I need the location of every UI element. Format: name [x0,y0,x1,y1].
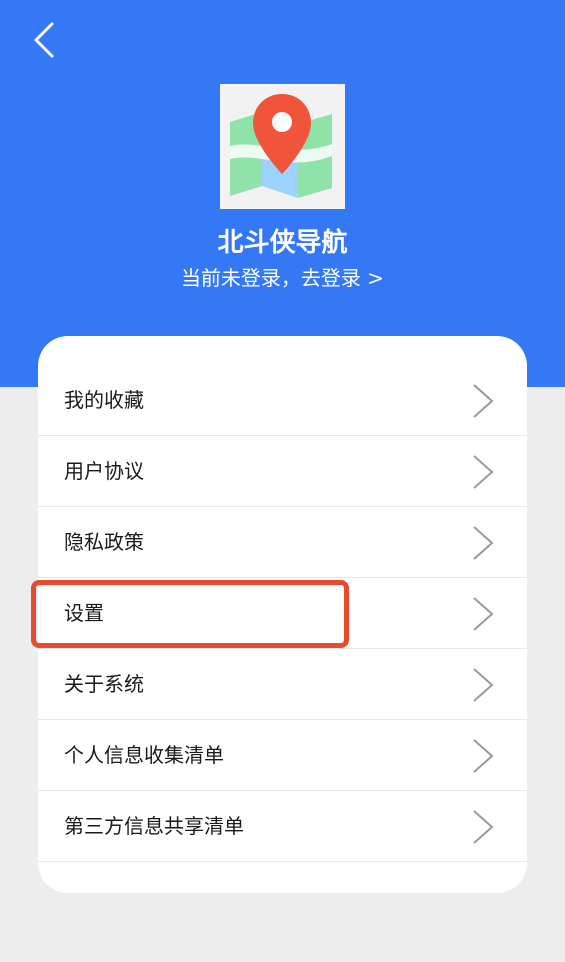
chevron-right-icon [473,597,494,631]
login-link[interactable]: 当前未登录，去登录 > [0,262,565,291]
chevron-left-icon [34,22,54,58]
menu-item-label: 用户协议 [64,459,144,483]
menu-item-favorites[interactable]: 我的收藏 [38,365,527,436]
menu-item-label: 个人信息收集清单 [64,743,224,767]
menu-item-about[interactable]: 关于系统 [38,649,527,720]
map-pin-icon [230,94,332,198]
chevron-right-icon [473,526,494,560]
app-name: 北斗侠导航 [217,228,348,258]
app-logo [220,84,345,209]
menu-item-label: 第三方信息共享清单 [64,814,244,838]
chevron-right-icon [473,384,494,418]
menu-item-user-agreement[interactable]: 用户协议 [38,436,527,507]
header: 北斗侠导航 当前未登录，去登录 > [0,0,565,387]
menu-item-third-party-sharing[interactable]: 第三方信息共享清单 [38,791,527,862]
menu-item-label: 关于系统 [64,672,144,696]
menu-item-personal-info-list[interactable]: 个人信息收集清单 [38,720,527,791]
menu-item-label: 我的收藏 [64,388,144,412]
menu-item-label: 设置 [64,601,104,625]
chevron-right-icon [473,455,494,489]
back-button[interactable] [22,18,66,62]
menu-item-privacy-policy[interactable]: 隐私政策 [38,507,527,578]
menu-item-settings[interactable]: 设置 [38,578,527,649]
menu-item-label: 隐私政策 [64,530,144,554]
chevron-right-icon [473,668,494,702]
menu-card: 我的收藏 用户协议 隐私政策 设置 关于系统 个人信息收集清单 第三方信息共享清… [38,336,527,893]
chevron-right-icon [473,739,494,773]
menu-list: 我的收藏 用户协议 隐私政策 设置 关于系统 个人信息收集清单 第三方信息共享清… [38,365,527,862]
chevron-right-icon [473,810,494,844]
